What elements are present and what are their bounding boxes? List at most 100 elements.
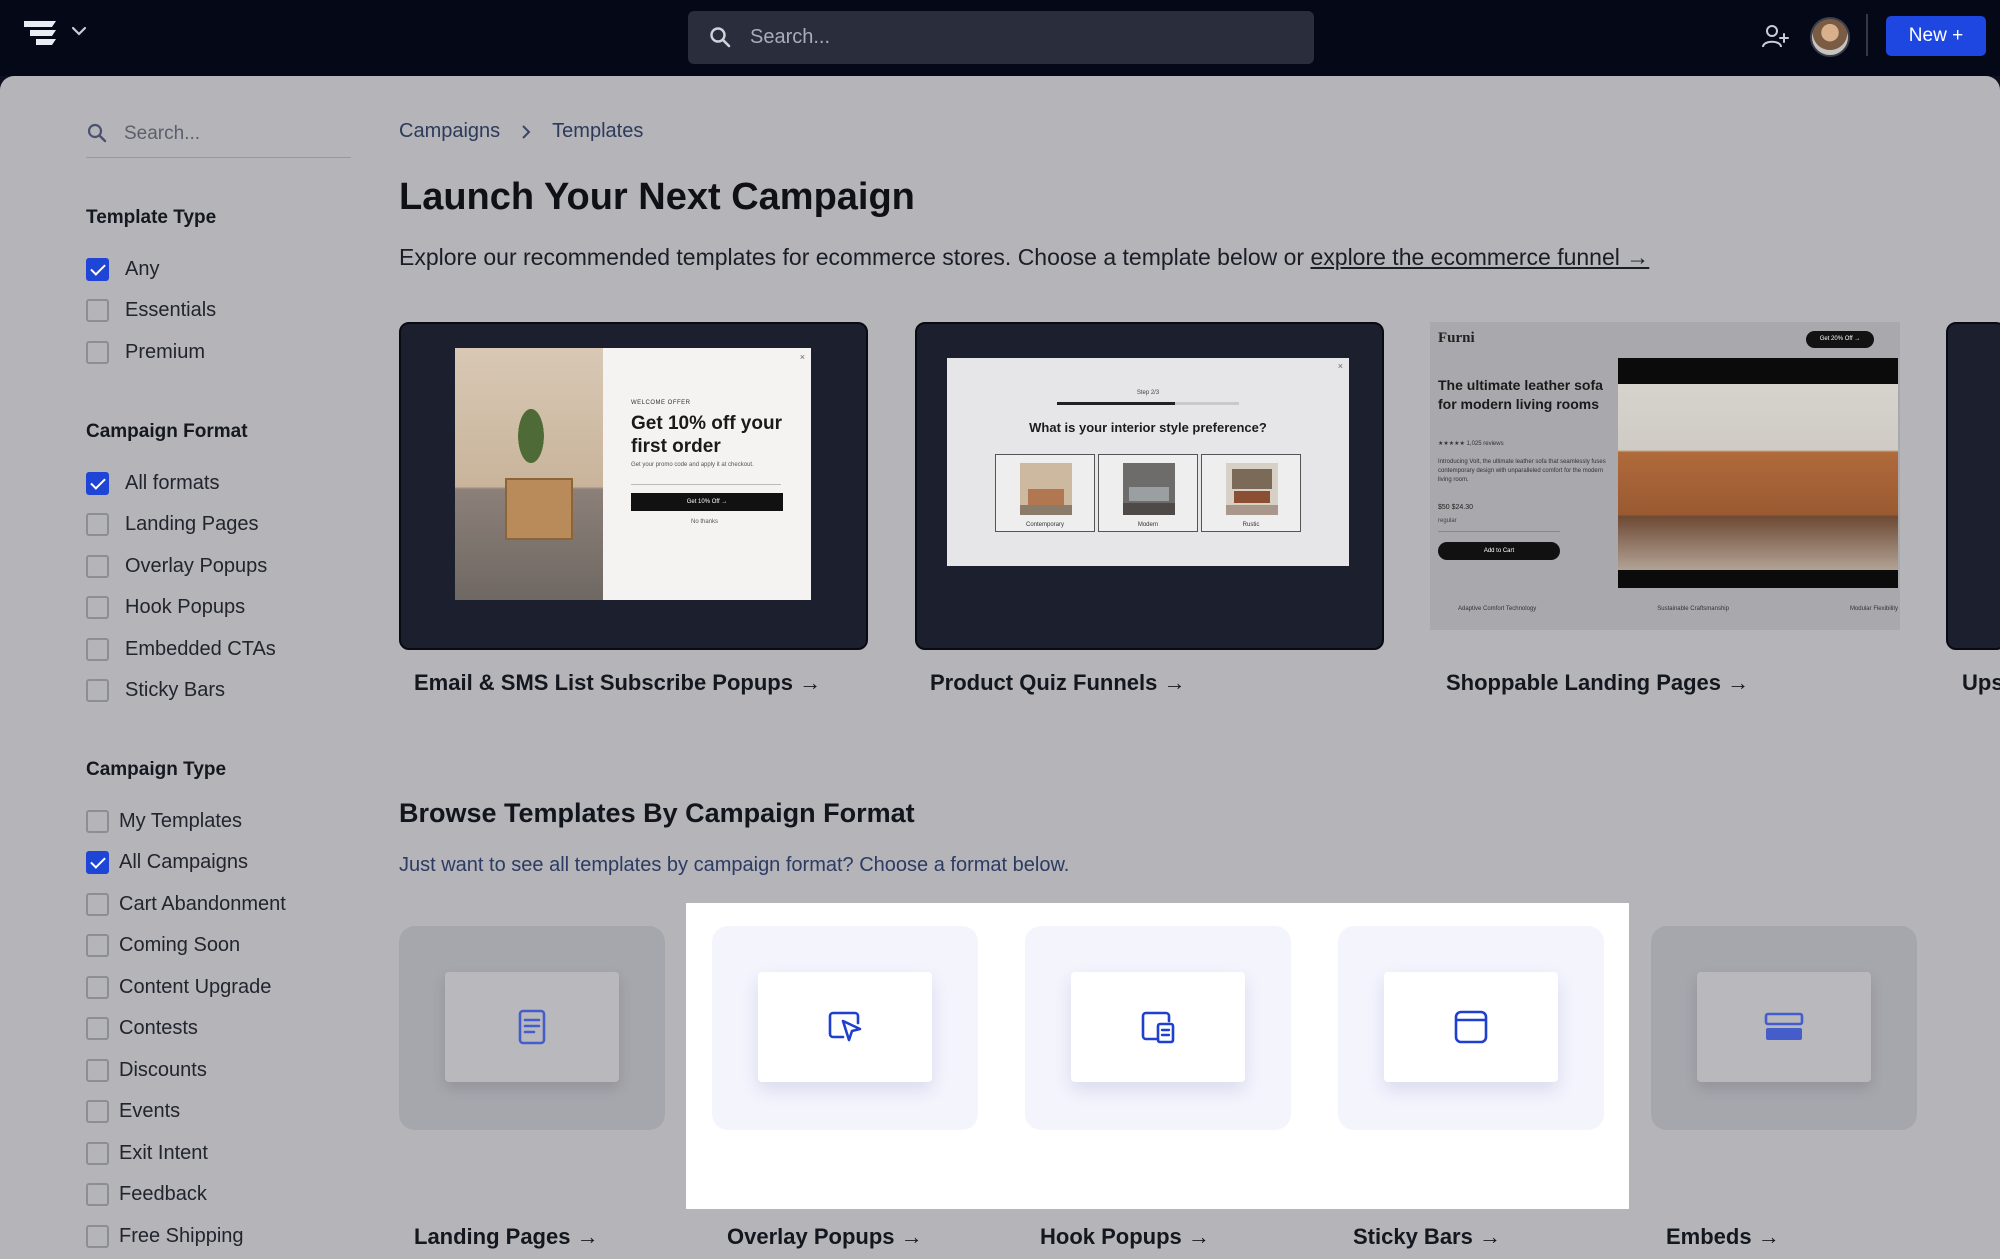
filter-template-premium[interactable]: Premium — [86, 338, 205, 366]
page-subtitle: Explore our recommended templates for ec… — [399, 244, 1649, 271]
filter-type-exit-intent[interactable]: Exit Intent — [86, 1139, 208, 1167]
filter-label: Sticky Bars — [125, 678, 226, 701]
preview-photo — [455, 348, 603, 600]
checkbox[interactable] — [86, 340, 109, 364]
featured-label-shoppable-landing[interactable]: Shoppable Landing Pages → — [1446, 670, 1749, 696]
filter-label: Discounts — [119, 1058, 207, 1081]
checkbox[interactable] — [86, 637, 109, 661]
preview-sofa-photo — [1618, 358, 1898, 588]
filter-type-events[interactable]: Events — [86, 1097, 180, 1125]
quiz-option: Contemporary — [995, 454, 1095, 532]
featured-label-subscribe-popups[interactable]: Email & SMS List Subscribe Popups → — [414, 670, 821, 696]
featured-label-upsells[interactable]: Ups — [1962, 670, 2000, 696]
format-tile-sticky-bars[interactable] — [1338, 926, 1604, 1130]
checkbox[interactable] — [86, 850, 109, 874]
format-label-overlay-popups[interactable]: Overlay Popups → — [727, 1224, 923, 1250]
chevron-down-icon[interactable] — [70, 22, 88, 40]
checkbox[interactable] — [86, 1058, 109, 1082]
checkbox[interactable] — [86, 809, 109, 833]
search-icon — [87, 123, 107, 143]
featured-card-upsells[interactable] — [1946, 322, 2000, 650]
filter-format-embedded-ctas[interactable]: Embedded CTAs — [86, 635, 276, 663]
checkbox[interactable] — [86, 298, 109, 322]
checkbox[interactable] — [86, 1016, 109, 1040]
preview-brand: Furni — [1438, 330, 1475, 346]
filter-label: All Campaigns — [119, 850, 248, 873]
checkbox[interactable] — [86, 892, 109, 916]
format-tile-hook-popups[interactable] — [1025, 926, 1291, 1130]
filter-type-content-upgrade[interactable]: Content Upgrade — [86, 973, 271, 1001]
add-user-icon[interactable] — [1760, 22, 1790, 52]
sidebar-search-input[interactable]: Search... — [86, 116, 351, 158]
featured-card-subscribe-popups[interactable]: WELCOME OFFER Get 10% off your first ord… — [399, 322, 868, 650]
filter-format-overlay-popups[interactable]: Overlay Popups — [86, 552, 267, 580]
filter-type-feedback[interactable]: Feedback — [86, 1180, 207, 1208]
filter-label: Exit Intent — [119, 1141, 208, 1164]
filter-label: Cart Abandonment — [119, 892, 286, 915]
checkbox[interactable] — [86, 595, 109, 619]
page-subtitle-text: Explore our recommended templates for ec… — [399, 244, 1311, 270]
featured-card-shoppable-landing[interactable]: Furni Get 20% Off → The ultimate leather… — [1430, 322, 1900, 630]
filter-label: Content Upgrade — [119, 975, 272, 998]
new-campaign-button[interactable]: New + — [1886, 16, 1986, 56]
page-title: Launch Your Next Campaign — [399, 176, 915, 218]
quiz-step: Step 2/3 — [1136, 390, 1160, 396]
format-label-hook-popups[interactable]: Hook Popups → — [1040, 1224, 1210, 1250]
checkbox[interactable] — [86, 554, 109, 578]
header-divider — [1866, 14, 1868, 56]
quiz-option: Rustic — [1201, 454, 1301, 532]
breadcrumb-templates[interactable]: Templates — [552, 120, 643, 143]
filter-label: Any — [125, 257, 160, 280]
filter-format-landing-pages[interactable]: Landing Pages — [86, 510, 258, 538]
filter-label: Hook Popups — [125, 595, 246, 618]
filter-label: Embedded CTAs — [125, 637, 276, 660]
filter-template-essentials[interactable]: Essentials — [86, 296, 216, 324]
filter-type-contests[interactable]: Contests — [86, 1014, 198, 1042]
brand-logo-icon[interactable] — [22, 18, 60, 48]
checkbox[interactable] — [86, 1099, 109, 1123]
format-tile-embeds[interactable] — [1651, 926, 1917, 1130]
featured-card-quiz-funnels[interactable]: Step 2/3 What is your interior style pre… — [915, 322, 1384, 650]
checkbox[interactable] — [86, 1224, 109, 1248]
filter-format-sticky-bars[interactable]: Sticky Bars — [86, 676, 225, 704]
browse-section-subtitle: Just want to see all templates by campai… — [399, 854, 1070, 876]
global-search-input[interactable]: Search... — [688, 11, 1314, 64]
breadcrumb-campaigns[interactable]: Campaigns — [399, 120, 500, 143]
filter-type-free-shipping[interactable]: Free Shipping — [86, 1222, 244, 1250]
checkbox[interactable] — [86, 1182, 109, 1206]
explore-funnel-link[interactable]: explore the ecommerce funnel → — [1310, 244, 1649, 270]
format-tile-overlay-popups[interactable] — [712, 926, 978, 1130]
popup-preview: WELCOME OFFER Get 10% off your first ord… — [455, 348, 811, 600]
checkbox[interactable] — [86, 975, 109, 999]
filter-type-my-templates[interactable]: My Templates — [86, 807, 242, 835]
checkbox[interactable] — [86, 512, 109, 536]
format-label-landing-pages[interactable]: Landing Pages → — [414, 1224, 599, 1250]
preview-offer-label: WELCOME OFFER — [631, 400, 691, 406]
format-label-sticky-bars[interactable]: Sticky Bars → — [1353, 1224, 1501, 1250]
filter-label: Events — [119, 1099, 181, 1122]
filter-label: Contests — [119, 1016, 198, 1039]
filter-type-discounts[interactable]: Discounts — [86, 1056, 207, 1084]
checkbox[interactable] — [86, 678, 109, 702]
checkbox[interactable] — [86, 933, 109, 957]
checkbox[interactable] — [86, 471, 109, 495]
chevron-right-icon — [522, 124, 531, 139]
format-tile-landing-pages[interactable] — [399, 926, 665, 1130]
filter-template-any[interactable]: Any — [86, 255, 159, 283]
format-label-embeds[interactable]: Embeds → — [1666, 1224, 1780, 1250]
preview-tiny-text: Get your promo code and apply it at chec… — [631, 462, 754, 468]
filter-format-hook-popups[interactable]: Hook Popups — [86, 593, 245, 621]
filter-type-all-campaigns[interactable]: All Campaigns — [86, 848, 248, 876]
filter-type-cart-abandonment[interactable]: Cart Abandonment — [86, 890, 286, 918]
preview-decline: No thanks — [691, 519, 719, 525]
preview-pill: Get 20% Off → — [1806, 331, 1874, 348]
main-panel: Search... Template Type Any Essentials P… — [0, 76, 2000, 1259]
browse-section-title: Browse Templates By Campaign Format — [399, 798, 915, 828]
checkbox[interactable] — [86, 1141, 109, 1165]
filter-format-all[interactable]: All formats — [86, 469, 219, 497]
filter-label: Free Shipping — [119, 1224, 244, 1247]
checkbox[interactable] — [86, 257, 109, 281]
user-avatar[interactable] — [1810, 17, 1850, 57]
featured-label-quiz-funnels[interactable]: Product Quiz Funnels → — [930, 670, 1185, 696]
filter-type-coming-soon[interactable]: Coming Soon — [86, 931, 240, 959]
